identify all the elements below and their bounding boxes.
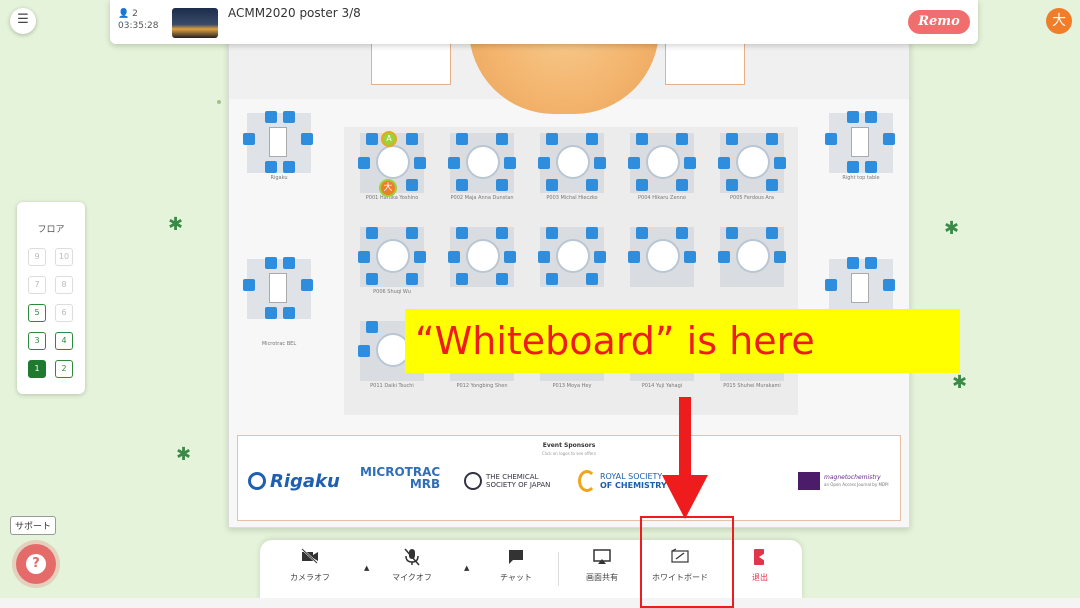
annotation-arrow-head [662, 475, 708, 519]
mic-options-caret-icon[interactable]: ▲ [464, 564, 469, 572]
mic-off-button[interactable]: マイクオフ [374, 548, 450, 583]
table-p009[interactable] [626, 225, 698, 303]
decor-dot [217, 100, 221, 104]
event-sponsors-banner: Event Sponsors Click on logos to see off… [237, 435, 901, 521]
floor-button[interactable]: 5 [28, 304, 46, 322]
floor-selector: フロア 9 10 7 8 5 6 3 4 1 2 [17, 202, 85, 394]
sponsor-logo-csj[interactable]: THE CHEMICAL SOCIETY OF JAPAN [464, 466, 550, 496]
floor-button[interactable]: 3 [28, 332, 46, 350]
camera-off-button[interactable]: カメラオフ [272, 548, 348, 583]
floor-button[interactable]: 9 [28, 248, 46, 266]
table-p007[interactable] [446, 225, 518, 303]
table-label: P012 Yongbing Shen [456, 383, 508, 389]
floor-button[interactable]: 4 [55, 332, 73, 350]
participant-avatar-guest[interactable]: A [381, 131, 397, 147]
bottom-strip [0, 598, 1080, 608]
floor-plan: Rigaku Microtrac BEL Right top table P00… [228, 28, 910, 528]
table-label: P014 Yuji Yahagi [641, 383, 683, 389]
annotation-arrow-shaft [679, 397, 691, 479]
participant-count: 👤 2 03:35:28 [118, 9, 159, 31]
table-label: P004 Hikaru Zenno [638, 195, 686, 201]
screen-share-button[interactable]: 画面共有 [564, 548, 640, 583]
floor-button[interactable]: 7 [28, 276, 46, 294]
sponsor-logo-rsc[interactable]: ROYAL SOCIETY OF CHEMISTRY [578, 466, 667, 496]
table-label: P011 Daiki Tsuchi [370, 383, 414, 389]
floor-button[interactable]: 10 [55, 248, 73, 266]
leaf-decoration: ✱ [168, 214, 184, 235]
table-label: P006 Shuqi Wu [373, 289, 411, 295]
support-tooltip: サポート [10, 516, 57, 535]
room-thumbnail [172, 8, 218, 38]
support-button[interactable]: ? [16, 544, 56, 584]
sponsor-logo-microtrac[interactable]: MICROTRAC MRB [360, 466, 440, 496]
annotation-callout: “Whiteboard” is here [405, 309, 960, 373]
table-label: P013 Moya Hey [552, 383, 592, 389]
floor-button[interactable]: 8 [55, 276, 73, 294]
table-label: P005 Ferdous Ara [730, 195, 774, 201]
table-label: P015 Shuhei Murakami [723, 383, 781, 389]
remo-logo: Remo [908, 10, 970, 34]
chat-button[interactable]: チャット [478, 548, 554, 583]
control-divider [558, 552, 559, 586]
help-icon: ? [26, 554, 46, 574]
participant-avatar-self[interactable]: 大 [379, 179, 397, 197]
camera-off-icon [272, 548, 348, 568]
hamburger-icon: ☰ [17, 12, 29, 27]
menu-button[interactable]: ☰ [10, 8, 36, 34]
table-label: Right top table [842, 175, 880, 181]
table-right-top[interactable]: Right top table [825, 111, 897, 189]
leaf-decoration: ✱ [952, 372, 968, 393]
table-label: P002 Maja Anna Dunstan [450, 195, 514, 201]
table-p002[interactable]: P002 Maja Anna Dunstan [446, 131, 518, 209]
table-label: P003 Michal Hieczko [546, 195, 598, 201]
sponsor-logo-rigaku[interactable]: Rigaku [248, 466, 340, 496]
table-p005[interactable]: P005 Ferdous Ara [716, 131, 788, 209]
table-label: Microtrac BEL [261, 341, 297, 347]
table-p004[interactable]: P004 Hikaru Zenno [626, 131, 698, 209]
table-p006[interactable]: P006 Shuqi Wu [356, 225, 428, 303]
mic-off-icon [374, 548, 450, 568]
sponsor-logo-magnetochemistry[interactable]: magnetochemistry an Open Access Journal b… [798, 466, 889, 496]
table-p008[interactable] [536, 225, 608, 303]
annotation-highlight-box [640, 516, 734, 608]
room-title: ACMM2020 poster 3/8 [228, 6, 361, 20]
table-p010[interactable] [716, 225, 788, 303]
person-icon: 👤 [118, 9, 130, 19]
screen-share-icon [564, 548, 640, 568]
chat-icon [478, 548, 554, 568]
table-label: Rigaku [270, 175, 288, 181]
sponsors-title: Event Sponsors [542, 442, 596, 449]
table-p003[interactable]: P003 Michal Hieczko [536, 131, 608, 209]
room-header: 👤 2 03:35:28 ACMM2020 poster 3/8 Remo [110, 0, 978, 44]
table-rigaku[interactable]: Rigaku [243, 111, 315, 189]
user-avatar[interactable]: 大 [1046, 8, 1072, 34]
camera-options-caret-icon[interactable]: ▲ [364, 564, 369, 572]
floor-selector-title: フロア [37, 225, 65, 235]
table-microtrac[interactable]: Microtrac BEL [243, 257, 315, 347]
sponsors-subtitle: Click on logos to see offers [542, 451, 596, 456]
floor-button[interactable]: 2 [55, 360, 73, 378]
floor-button[interactable]: 6 [55, 304, 73, 322]
floor-button-active[interactable]: 1 [28, 360, 46, 378]
leaf-decoration: ✱ [944, 218, 960, 239]
session-timer: 03:35:28 [118, 21, 159, 31]
leaf-decoration: ✱ [176, 444, 192, 465]
